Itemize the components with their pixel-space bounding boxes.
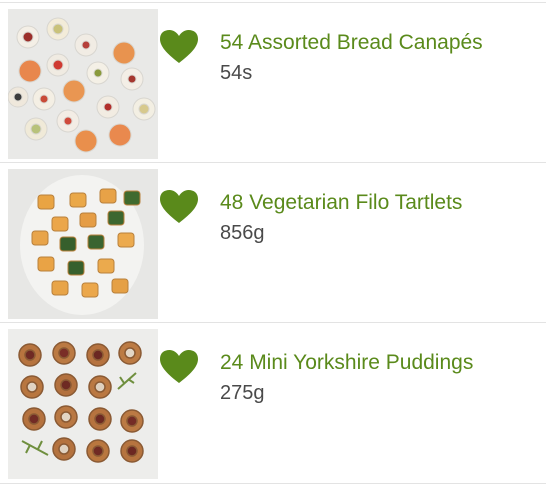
heart-icon	[160, 190, 198, 223]
product-image[interactable]	[8, 329, 158, 479]
favourite-button[interactable]	[158, 348, 200, 386]
product-image[interactable]	[8, 9, 158, 159]
product-row[interactable]: 48 Vegetarian Filo Tartlets 856g	[0, 162, 546, 323]
product-row[interactable]: 24 Mini Yorkshire Puddings 275g	[0, 322, 546, 483]
heart-icon	[160, 30, 198, 63]
product-size: 856g	[220, 222, 265, 244]
product-title-link[interactable]: 48 Vegetarian Filo Tartlets	[220, 189, 462, 217]
product-title-link[interactable]: 24 Mini Yorkshire Puddings	[220, 349, 473, 377]
divider	[0, 483, 546, 484]
product-size: 54s	[220, 62, 253, 84]
product-image[interactable]	[8, 169, 158, 319]
favourite-button[interactable]	[158, 188, 200, 226]
product-size: 275g	[220, 382, 265, 404]
product-row[interactable]: 54 Assorted Bread Canapés 54s	[0, 2, 546, 163]
product-title-link[interactable]: 54 Assorted Bread Canapés	[220, 29, 483, 57]
favourite-button[interactable]	[158, 28, 200, 66]
product-list: 54 Assorted Bread Canapés 54s 48 Vegetar…	[0, 0, 546, 486]
heart-icon	[160, 350, 198, 383]
